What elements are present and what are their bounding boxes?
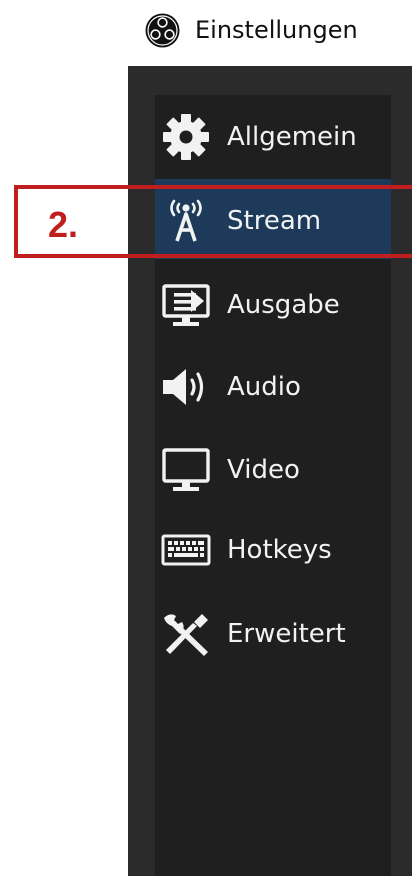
sidebar-item-label: Erweitert — [227, 619, 346, 649]
sidebar-item-ausgabe[interactable]: Ausgabe — [155, 263, 391, 343]
sidebar-item-erweitert[interactable]: Erweitert — [155, 592, 391, 672]
monitor-output-icon — [158, 283, 214, 327]
gear-icon — [158, 114, 214, 160]
title-bar: Einstellungen — [0, 0, 412, 62]
settings-sidebar: Allgemein Stream Ausgabe Audio Video Hot… — [155, 95, 391, 876]
wrench-screwdriver-icon — [158, 612, 214, 656]
sidebar-item-video[interactable]: Video — [155, 428, 391, 508]
sidebar-item-label: Hotkeys — [227, 535, 332, 565]
antenna-broadcast-icon — [158, 199, 214, 243]
sidebar-item-label: Allgemein — [227, 122, 357, 152]
obs-logo-icon — [145, 13, 180, 48]
sidebar-item-label: Ausgabe — [227, 290, 340, 320]
keyboard-icon — [158, 528, 214, 572]
sidebar-item-audio[interactable]: Audio — [155, 345, 391, 425]
sidebar-item-hotkeys[interactable]: Hotkeys — [155, 508, 391, 588]
sidebar-item-label: Audio — [227, 372, 301, 402]
monitor-icon — [158, 448, 214, 492]
sidebar-item-label: Video — [227, 455, 300, 485]
speaker-icon — [158, 365, 214, 409]
annotation-step-label: 2. — [48, 204, 79, 245]
window-title: Einstellungen — [195, 16, 358, 44]
settings-screenshot: Einstellungen Allgemein Stream Ausgabe A… — [0, 0, 412, 876]
sidebar-item-label: Stream — [227, 206, 322, 236]
sidebar-item-allgemein[interactable]: Allgemein — [155, 95, 391, 175]
sidebar-item-stream[interactable]: Stream — [155, 179, 391, 259]
